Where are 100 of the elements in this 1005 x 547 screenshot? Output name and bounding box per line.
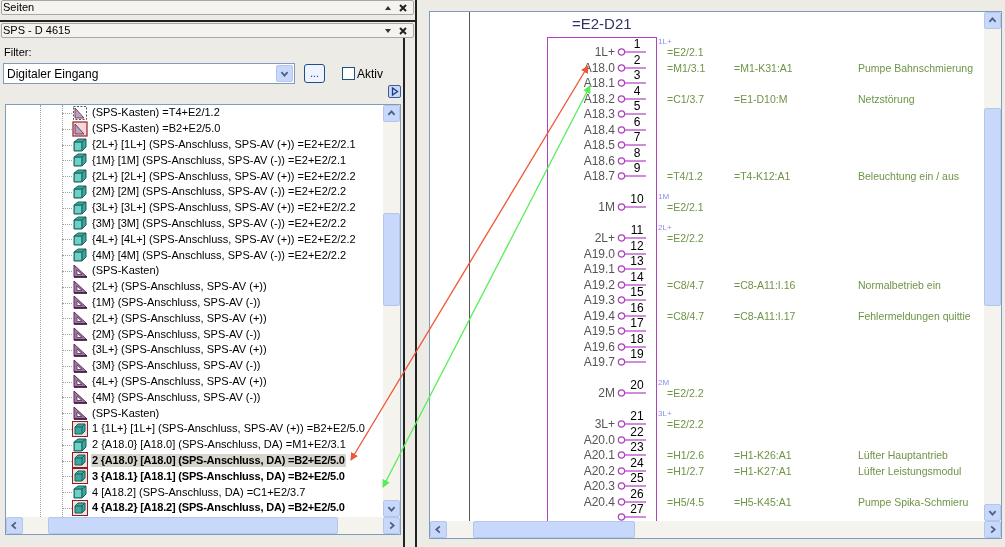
tree-item[interactable]: {4L+} [4L+] (SPS-Anschluss, SPS-AV (+)) =E2+E2/2.2 <box>91 232 357 246</box>
expand-icon[interactable] <box>384 26 392 35</box>
cube-icon <box>72 152 88 169</box>
signal-description: Netzstörung <box>858 92 915 106</box>
filter-dropdown[interactable]: Digitaler Eingang <box>3 63 295 84</box>
tree-item[interactable]: {4M} [4M] (SPS-Anschluss, SPS-AV (-)) =E2+E2/2.2 <box>91 248 348 262</box>
scrollbar-thumb[interactable] <box>984 108 1001 306</box>
tree-item[interactable]: 2 {A18.0} [A18.0] (SPS-Anschluss, DA) =B2+E2/5.0 <box>91 453 346 467</box>
tree-item[interactable]: {4L+} (SPS-Anschluss, SPS-AV (+)) <box>91 374 268 388</box>
scroll-right-button[interactable] <box>383 517 400 534</box>
pin-label: 3L+ <box>593 417 615 431</box>
tree-item[interactable]: 1 {1L+} [1L+] (SPS-Anschluss, SPS-AV (+)) =B2+E2/5.0 <box>91 422 366 436</box>
pin-number: 24 <box>629 456 645 470</box>
tree-item[interactable]: 2 {A18.0} [A18.0] (SPS-Anschluss, DA) =M1+E2/3.1 <box>91 438 347 452</box>
pin-number: 4 <box>632 84 642 98</box>
pin-label: A19.5 <box>582 324 615 338</box>
tree-item[interactable]: 3 {A18.1} [A18.1] (SPS-Anschluss, DA) =B2+E2/5.0 <box>91 469 346 483</box>
potential-label: 1L+ <box>658 37 672 46</box>
signal-description: Beleuchtung ein / aus <box>858 170 959 183</box>
pin-number: 3 <box>632 69 642 82</box>
close-icon[interactable] <box>399 26 407 35</box>
device-title: =E2-D21 <box>572 15 632 32</box>
tree-item[interactable]: {3M} (SPS-Anschluss, SPS-AV (-)) <box>91 359 262 373</box>
triangle-icon <box>72 357 88 374</box>
pin-number: 6 <box>632 115 642 129</box>
pin-icon <box>617 513 646 521</box>
framed-cube-icon <box>72 420 88 437</box>
tree-item[interactable]: {3M} [3M] (SPS-Anschluss, SPS-AV (-)) =E2+E2/2.2 <box>91 216 348 230</box>
pin-label: 1L+ <box>593 45 615 59</box>
scrollbar-thumb[interactable] <box>48 517 338 534</box>
tree-item[interactable]: {1M} [1M] (SPS-Anschluss, SPS-AV (-)) =E2+E2/2.1 <box>91 153 348 167</box>
browse-button[interactable]: ... <box>304 64 325 83</box>
cube-icon <box>72 199 88 216</box>
signal-description: Normalbetrieb ein <box>858 278 941 292</box>
tree-item[interactable]: {2L+} [1L+] (SPS-Anschluss, SPS-AV (+)) =E2+E2/2.1 <box>91 138 357 151</box>
checkbox-label: Aktiv <box>357 66 383 81</box>
framed-cube-icon <box>72 452 88 469</box>
pin-icon <box>617 327 646 335</box>
signal-description: Pumpe Spika-Schmieru <box>858 495 969 509</box>
scroll-right-button[interactable] <box>984 521 1001 538</box>
pin-icon <box>617 311 646 320</box>
pin-label: A20.2 <box>582 463 615 478</box>
triangle-icon <box>72 262 88 279</box>
filter-label: Filter: <box>4 46 32 59</box>
tree-item[interactable]: (SPS-Kasten) <box>91 264 161 278</box>
pin-label: 2L+ <box>593 231 615 245</box>
pin-icon <box>617 358 646 366</box>
tree-item[interactable]: {2L+} (SPS-Anschluss, SPS-AV (+)) <box>91 280 268 294</box>
potential-label: 3L+ <box>658 409 672 418</box>
page-reference: =H1/2.6 <box>667 449 705 462</box>
tree-item[interactable]: {4M} (SPS-Anschluss, SPS-AV (-)) <box>91 390 262 404</box>
pin-number: 23 <box>629 441 645 454</box>
device-reference: =M1-K31:A1 <box>734 61 793 75</box>
pin-number: 8 <box>632 146 642 160</box>
scrollbar-thumb[interactable] <box>383 213 400 306</box>
page-reference: =T4/1.2 <box>667 170 703 183</box>
checkbox[interactable] <box>342 67 355 80</box>
close-icon[interactable] <box>399 3 407 12</box>
tree-item[interactable]: (SPS-Kasten) =B2+E2/5.0 <box>91 122 222 136</box>
play-icon[interactable] <box>388 85 401 98</box>
pin-number: 12 <box>629 239 645 253</box>
tree-item[interactable]: {3L+} (SPS-Anschluss, SPS-AV (+)) <box>91 343 268 357</box>
cube-icon <box>72 183 88 200</box>
page-reference: =C8/4.7 <box>667 278 705 292</box>
scroll-up-button[interactable] <box>984 12 1001 29</box>
tree-item[interactable]: {2M} (SPS-Anschluss, SPS-AV (-)) <box>91 327 262 341</box>
tree-item[interactable]: {1M} (SPS-Anschluss, SPS-AV (-)) <box>91 295 262 309</box>
pin-label: A19.7 <box>582 355 615 369</box>
scroll-left-button[interactable] <box>430 521 447 538</box>
scroll-up-button[interactable] <box>383 105 400 122</box>
chevron-down-icon <box>276 65 293 82</box>
scroll-left-button[interactable] <box>6 517 23 534</box>
tree-item[interactable]: {2L+} [2L+] (SPS-Anschluss, SPS-AV (+)) =E2+E2/2.2 <box>91 169 357 183</box>
tree-item[interactable]: {2L+} (SPS-Anschluss, SPS-AV (+)) <box>91 311 268 325</box>
pin-label: A19.2 <box>582 277 615 292</box>
page-reference: =E2/2.2 <box>667 418 704 431</box>
pin-number: 9 <box>632 162 642 175</box>
tree-item[interactable]: 4 {A18.2} [A18.2] (SPS-Anschluss, DA) =B2+E2/5.0 <box>91 501 346 515</box>
tree-item[interactable]: 4 [A18.2] (SPS-Anschluss, DA) =C1+E2/3.7 <box>91 485 307 499</box>
scroll-down-button[interactable] <box>383 500 400 517</box>
panel-title: SPS - D 4615 <box>3 24 72 37</box>
pin-label: A18.2 <box>582 91 615 106</box>
pin-label: A19.0 <box>582 246 615 261</box>
pin-number: 22 <box>629 425 645 439</box>
pin-number: 2 <box>632 53 642 67</box>
scrollbar-thumb[interactable] <box>473 521 635 538</box>
pin-icon <box>617 156 646 165</box>
pin-icon <box>617 63 646 72</box>
pin-number: 26 <box>629 487 645 501</box>
tree-item[interactable]: (SPS-Kasten) <box>91 406 161 420</box>
device-reference: =H1-K27:A1 <box>734 464 792 478</box>
device-reference: =H5-K45:A1 <box>734 495 792 509</box>
tree-item[interactable]: {2M} [2M] (SPS-Anschluss, SPS-AV (-)) =E2+E2/2.2 <box>91 185 348 199</box>
scroll-down-button[interactable] <box>984 504 1001 521</box>
page-reference: =H5/4.5 <box>667 495 705 509</box>
pin-number: 27 <box>629 503 645 516</box>
tree-item[interactable]: {3L+} [3L+] (SPS-Anschluss, SPS-AV (+)) =E2+E2/2.2 <box>91 201 357 215</box>
pin-number: 14 <box>629 270 645 284</box>
pin-number: 19 <box>629 348 645 361</box>
tree-item[interactable]: (SPS-Kasten) =T4+E2/1.2 <box>91 106 221 120</box>
